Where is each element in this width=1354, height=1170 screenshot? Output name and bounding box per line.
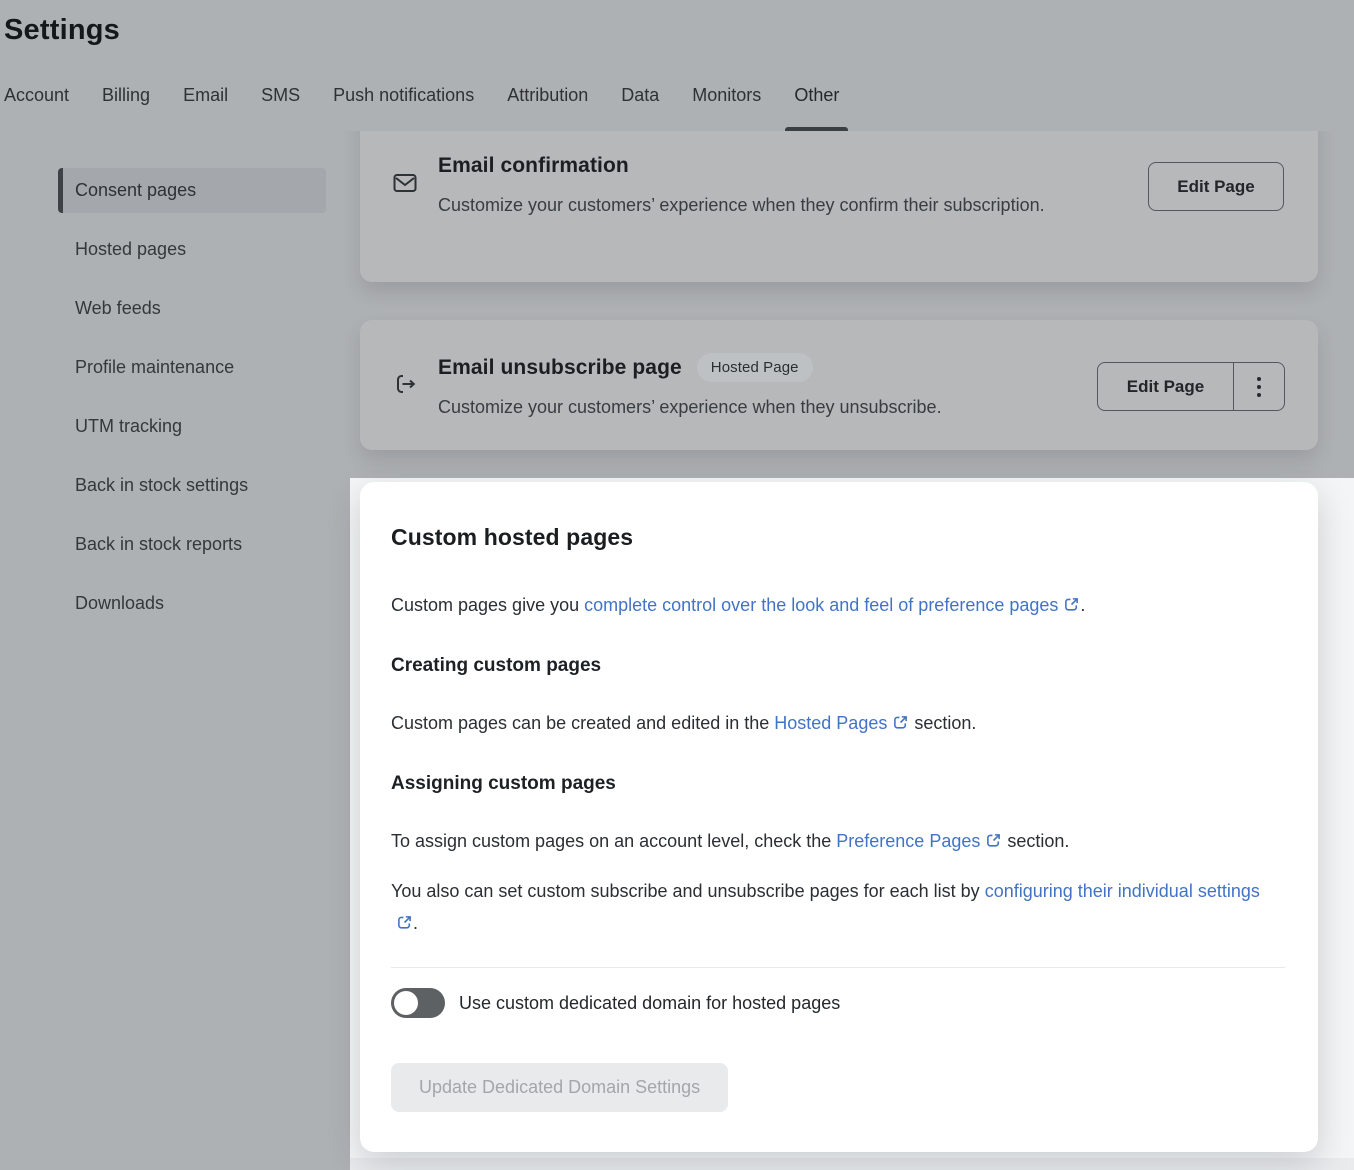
toggle-knob [394,991,418,1015]
card-description: Customize your customers’ experience whe… [438,392,1118,423]
card-description: Customize your customers’ experience whe… [438,190,1078,221]
email-unsubscribe-card: Email unsubscribe page Hosted Page Custo… [360,320,1318,450]
page-title: Settings [4,14,120,47]
edit-page-button[interactable]: Edit Page [1098,363,1233,410]
assign-paragraph: To assign custom pages on an account lev… [391,825,1275,857]
envelope-icon [393,172,417,199]
sidebar-item-downloads[interactable]: Downloads [58,581,326,626]
tab-billing[interactable]: Billing [102,83,150,131]
section-divider [391,967,1285,968]
assigning-custom-pages-heading: Assigning custom pages [391,773,1285,795]
creating-paragraph: Custom pages can be created and edited i… [391,707,1275,739]
tab-sms[interactable]: SMS [261,83,300,131]
kebab-icon [1257,377,1261,397]
page-bottom-strip [350,1158,1354,1170]
lists-paragraph: You also can set custom subscribe and un… [391,875,1275,939]
settings-page: Email confirmation Customize your custom… [0,0,1354,1170]
external-link-icon [985,832,1002,849]
sidebar-item-profile-maintenance[interactable]: Profile maintenance [58,345,326,390]
tab-data[interactable]: Data [621,83,659,131]
edit-page-split-button: Edit Page [1097,362,1285,411]
tab-attribution[interactable]: Attribution [507,83,588,131]
creating-custom-pages-heading: Creating custom pages [391,655,1285,677]
settings-tab-bar: Account Billing Email SMS Push notificat… [4,83,839,131]
sidebar-item-hosted-pages[interactable]: Hosted pages [58,227,326,272]
external-link-icon [1063,596,1080,613]
hosted-page-badge: Hosted Page [697,353,813,382]
preference-pages-link[interactable]: Preference Pages [836,831,1002,851]
sidebar-item-back-in-stock-settings[interactable]: Back in stock settings [58,463,326,508]
settings-sidebar: Consent pages Hosted pages Web feeds Pro… [58,168,326,640]
intro-paragraph: Custom pages give you complete control o… [391,589,1275,621]
tab-other[interactable]: Other [794,83,839,131]
tab-monitors[interactable]: Monitors [692,83,761,131]
sidebar-item-utm-tracking[interactable]: UTM tracking [58,404,326,449]
external-link-icon [892,714,909,731]
hosted-pages-link[interactable]: Hosted Pages [774,713,909,733]
card-title: Email confirmation [438,154,629,178]
sidebar-item-back-in-stock-reports[interactable]: Back in stock reports [58,522,326,567]
sidebar-item-consent-pages[interactable]: Consent pages [58,168,326,213]
sidebar-item-web-feeds[interactable]: Web feeds [58,286,326,331]
dedicated-domain-toggle-row: Use custom dedicated domain for hosted p… [391,988,1285,1018]
preference-pages-control-link[interactable]: complete control over the look and feel … [584,595,1080,615]
tab-email[interactable]: Email [183,83,228,131]
card-title-row: Email unsubscribe page Hosted Page [438,353,813,382]
kebab-menu-button[interactable] [1233,363,1284,410]
card-title: Email unsubscribe page [438,356,682,380]
sign-out-icon [393,371,419,402]
edit-page-button[interactable]: Edit Page [1148,162,1284,211]
tab-push-notifications[interactable]: Push notifications [333,83,474,131]
update-dedicated-domain-button[interactable]: Update Dedicated Domain Settings [391,1063,728,1112]
card-heading: Custom hosted pages [391,524,1285,551]
tab-account[interactable]: Account [4,83,69,131]
dedicated-domain-toggle[interactable] [391,988,445,1018]
custom-hosted-pages-card: Custom hosted pages Custom pages give yo… [360,482,1318,1152]
external-link-icon [396,914,413,931]
toggle-label: Use custom dedicated domain for hosted p… [459,993,840,1014]
